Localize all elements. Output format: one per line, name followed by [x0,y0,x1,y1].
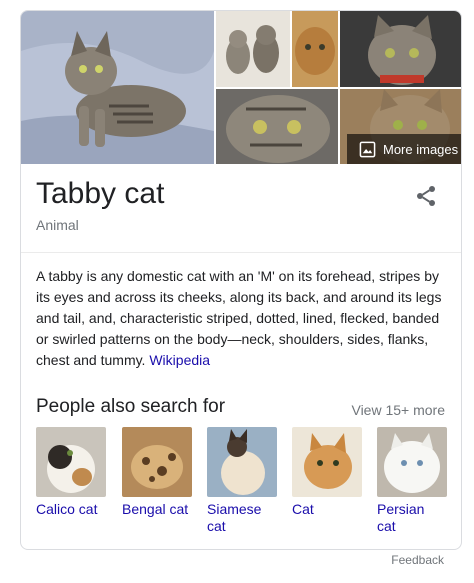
related-item-label: Bengal cat [122,501,189,517]
more-images-button[interactable]: More images [347,134,461,164]
related-item-label: Persian cat [377,501,425,534]
calico-cat-thumbnail [36,427,106,497]
gallery-image-2[interactable] [216,11,290,87]
feedback-link[interactable]: Feedback [391,553,444,567]
related-item[interactable]: Persian cat [377,427,447,535]
related-item[interactable]: Bengal cat [122,427,192,518]
related-item-label: Cat [292,501,314,517]
gallery-image-3[interactable] [292,11,338,87]
siamese-cat-thumbnail [207,427,277,497]
people-also-search-heading: People also search for [36,396,226,417]
entity-title: Tabby cat [36,177,165,210]
image-icon [359,141,376,157]
divider [21,252,461,253]
related-item-label: Siamese cat [207,501,262,534]
view-more-link[interactable]: View 15+ more [351,402,445,418]
related-item[interactable]: Calico cat [36,427,106,518]
related-entities: Calico cat Bengal cat Siamese cat Cat Pe… [36,427,456,537]
entity-subtitle: Animal [36,217,79,233]
related-item-label: Calico cat [36,501,98,517]
related-item[interactable]: Siamese cat [207,427,277,535]
gallery-image-5[interactable] [216,89,338,164]
related-item[interactable]: Cat [292,427,362,518]
description-text: A tabby is any domestic cat with an 'M' … [36,268,442,368]
share-icon[interactable] [414,184,438,208]
gallery-image-main[interactable] [21,11,214,164]
knowledge-panel: More images Tabby cat Animal A tabby is … [20,10,462,550]
gallery-image-4[interactable] [340,11,461,87]
persian-cat-thumbnail [377,427,447,497]
bengal-cat-thumbnail [122,427,192,497]
wikipedia-link[interactable]: Wikipedia [149,352,210,368]
cat-thumbnail [292,427,362,497]
entity-description: A tabby is any domestic cat with an 'M' … [36,266,448,371]
more-images-label: More images [383,141,459,157]
image-gallery: More images [21,11,461,164]
